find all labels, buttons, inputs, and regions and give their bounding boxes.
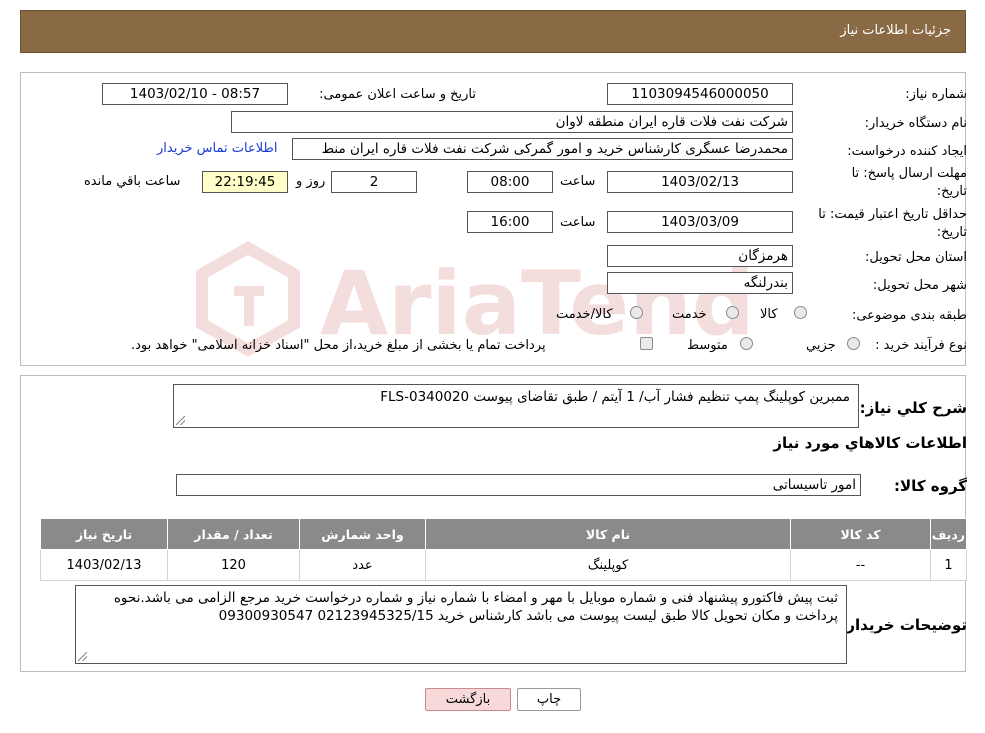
print-button[interactable]: چاپ bbox=[517, 688, 581, 711]
buyer-notes-field: ثبت پیش فاکتورو پیشنهاد فنی و شماره موبا… bbox=[75, 585, 847, 664]
back-button[interactable]: بازگشت bbox=[425, 688, 511, 711]
deadline-remaining-field: 22:19:45 bbox=[202, 171, 288, 193]
summary-text: ممبرین کوپلینگ پمپ تنظیم فشار آب/ 1 آیتم… bbox=[380, 389, 850, 405]
process-label: نوع فرآیند خرید : bbox=[875, 338, 967, 353]
page-title: جزئیات اطلاعات نیاز bbox=[840, 23, 951, 38]
process-treasury-checkbox[interactable] bbox=[640, 337, 653, 350]
process-radio-medium[interactable] bbox=[740, 337, 753, 350]
requester-label: ایجاد کننده درخواست: bbox=[847, 144, 967, 159]
summary-field: ممبرین کوپلینگ پمپ تنظیم فشار آب/ 1 آیتم… bbox=[173, 384, 859, 428]
goods-info-title: اطلاعات کالاهاي مورد نياز bbox=[773, 434, 967, 452]
items-table: رديف کد کالا نام کالا واحد شمارش تعداد /… bbox=[40, 518, 967, 581]
col-header-item-name: نام کالا bbox=[425, 518, 791, 550]
summary-label: شرح کلي نياز: bbox=[859, 399, 967, 417]
col-header-unit: واحد شمارش bbox=[299, 518, 426, 550]
buyer-org-field: شرکت نفت فلات قاره ایران منطقه لاوان bbox=[231, 111, 793, 133]
validity-time-label: ساعت bbox=[560, 215, 596, 230]
announce-field: 1403/02/10 - 08:57 bbox=[102, 83, 288, 105]
col-header-row-number: رديف bbox=[930, 518, 967, 550]
deadline-label-line2: تاریخ: bbox=[936, 184, 967, 199]
deadline-remaining-label: ساعت باقي مانده bbox=[84, 174, 181, 189]
process-option-minor: جزيي bbox=[806, 338, 836, 353]
need-number-label: شماره نیاز: bbox=[905, 87, 967, 102]
city-label: شهر محل تحویل: bbox=[872, 278, 967, 293]
cell-item-name: کوپلینگ bbox=[425, 549, 791, 581]
city-field: بندرلنگه bbox=[607, 272, 793, 294]
cell-unit: عدد bbox=[299, 549, 426, 581]
category-radio-goods[interactable] bbox=[794, 306, 807, 319]
items-table-header: رديف کد کالا نام کالا واحد شمارش تعداد /… bbox=[40, 518, 967, 550]
province-label: استان محل تحویل: bbox=[865, 250, 967, 265]
deadline-days-field: 2 bbox=[331, 171, 417, 193]
announce-label: تاریخ و ساعت اعلان عمومی: bbox=[319, 87, 476, 102]
deadline-label-line1: مهلت ارسال پاسخ: تا bbox=[851, 166, 967, 181]
process-radio-minor[interactable] bbox=[847, 337, 860, 350]
category-radio-goods-service[interactable] bbox=[630, 306, 643, 319]
process-note: پرداخت تمام یا بخشی از مبلغ خرید،از محل … bbox=[131, 338, 546, 353]
validity-label-line1: حداقل تاریخ اعتبار قیمت: تا bbox=[818, 207, 967, 222]
resize-grip-icon[interactable] bbox=[78, 652, 87, 661]
buyer-org-label: نام دستگاه خریدار: bbox=[864, 116, 967, 131]
need-number-field: 1103094546000050 bbox=[607, 83, 793, 105]
validity-date-field: 1403/03/09 bbox=[607, 211, 793, 233]
process-option-medium: متوسط bbox=[687, 338, 728, 353]
col-header-quantity: تعداد / مقدار bbox=[167, 518, 300, 550]
category-radio-service[interactable] bbox=[726, 306, 739, 319]
goods-group-field: امور تاسیساتی bbox=[176, 474, 861, 496]
deadline-time-label: ساعت bbox=[560, 174, 596, 189]
category-option-goods-service: کالا/خدمت bbox=[556, 307, 613, 322]
category-option-service: خدمت bbox=[672, 307, 707, 322]
cell-need-date: 1403/02/13 bbox=[40, 549, 168, 581]
deadline-time-field: 08:00 bbox=[467, 171, 553, 193]
page-header: جزئیات اطلاعات نیاز bbox=[20, 10, 966, 53]
buyer-notes-text: ثبت پیش فاکتورو پیشنهاد فنی و شماره موبا… bbox=[113, 590, 838, 624]
table-row[interactable]: 1 -- کوپلینگ عدد 120 1403/02/13 bbox=[40, 549, 967, 581]
deadline-days-label: روز و bbox=[296, 174, 326, 189]
category-label: طبقه بندی موضوعی: bbox=[851, 308, 967, 323]
cell-row-number: 1 bbox=[930, 549, 967, 581]
resize-grip-icon[interactable] bbox=[176, 416, 185, 425]
cell-quantity: 120 bbox=[167, 549, 300, 581]
requester-field: محمدرضا عسگری کارشناس خرید و امور گمرکی … bbox=[292, 138, 793, 160]
col-header-item-code: کد کالا bbox=[790, 518, 931, 550]
cell-item-code: -- bbox=[790, 549, 931, 581]
col-header-need-date: تاريخ نياز bbox=[40, 518, 168, 550]
validity-time-field: 16:00 bbox=[467, 211, 553, 233]
category-option-goods: کالا bbox=[760, 307, 778, 322]
validity-label-line2: تاریخ: bbox=[936, 225, 967, 240]
buyer-notes-label: توضيحات خريدار: bbox=[840, 616, 967, 634]
buyer-contact-link[interactable]: اطلاعات تماس خریدار bbox=[157, 141, 277, 156]
goods-group-label: گروه کالا: bbox=[894, 477, 967, 495]
deadline-date-field: 1403/02/13 bbox=[607, 171, 793, 193]
province-field: هرمزگان bbox=[607, 245, 793, 267]
